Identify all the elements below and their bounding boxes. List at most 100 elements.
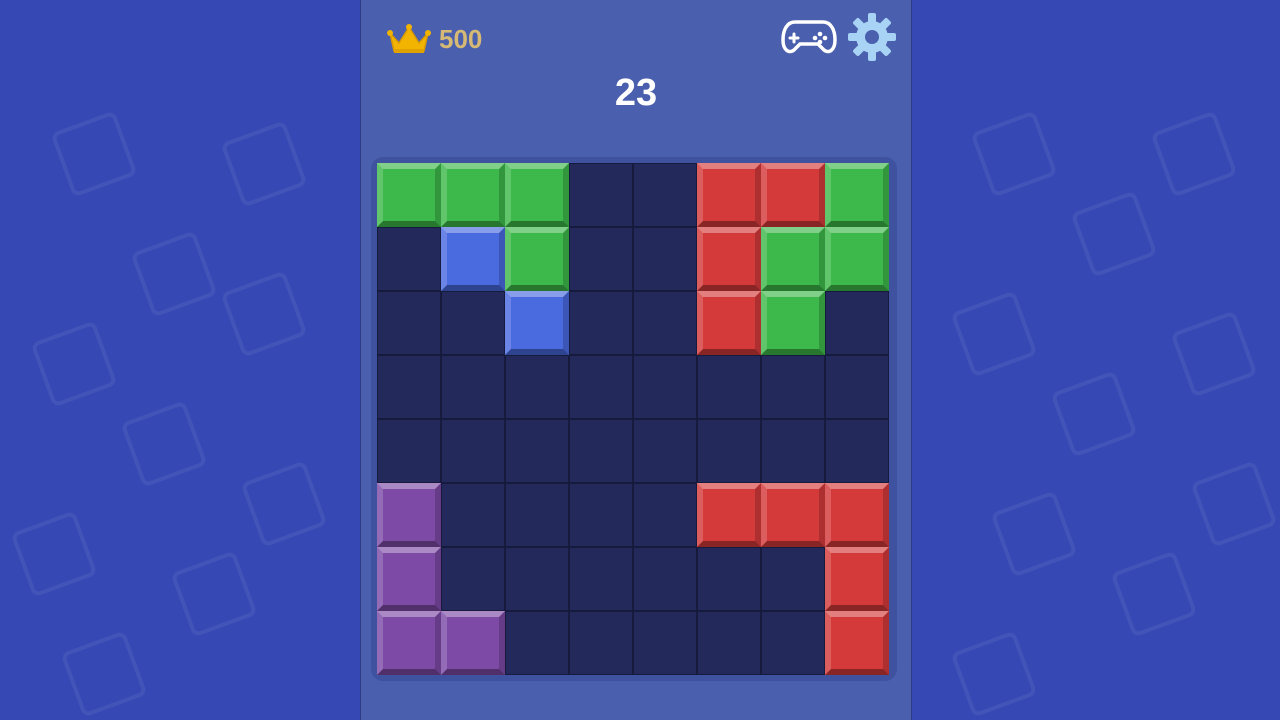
gear-icon[interactable] [847, 12, 897, 62]
empty-cell [377, 419, 441, 483]
empty-cell [505, 483, 569, 547]
empty-cell [569, 547, 633, 611]
background-tile [220, 120, 308, 208]
green-block-face [825, 227, 889, 291]
green-block-face [761, 227, 825, 291]
block-purple [377, 483, 441, 547]
block-blue [505, 291, 569, 355]
empty-cell [441, 355, 505, 419]
background-tile [1150, 110, 1238, 198]
empty-cell [441, 419, 505, 483]
background-tile [170, 550, 258, 638]
empty-cell [825, 419, 889, 483]
red-block-face [697, 163, 761, 227]
red-block-face [761, 483, 825, 547]
empty-cell [505, 611, 569, 675]
block-purple [441, 611, 505, 675]
blue-block-face [505, 291, 569, 355]
block-green [761, 291, 825, 355]
game-board [371, 157, 897, 681]
block-red [697, 163, 761, 227]
empty-cell [633, 483, 697, 547]
green-block-face [505, 163, 569, 227]
empty-cell [633, 355, 697, 419]
background-tile [1070, 190, 1158, 278]
game-panel: 500 23 [361, 0, 911, 720]
background-tile [1050, 370, 1138, 458]
background-tile [970, 110, 1058, 198]
empty-cell [569, 355, 633, 419]
empty-cell [505, 547, 569, 611]
current-score: 23 [614, 72, 658, 114]
background-tile [30, 320, 118, 408]
background-tile [50, 110, 138, 198]
green-block-face [505, 227, 569, 291]
blue-block-face [441, 227, 505, 291]
empty-cell [697, 355, 761, 419]
empty-cell [761, 355, 825, 419]
red-block-face [825, 547, 889, 611]
purple-block-face [441, 611, 505, 675]
background-tile [220, 270, 308, 358]
empty-cell [569, 419, 633, 483]
gamepad-icon[interactable] [781, 14, 837, 58]
block-red [697, 483, 761, 547]
red-block-face [761, 163, 825, 227]
empty-cell [441, 547, 505, 611]
block-red [761, 163, 825, 227]
block-green [505, 227, 569, 291]
empty-cell [633, 611, 697, 675]
background-tile [950, 290, 1038, 378]
purple-block-face [377, 611, 441, 675]
empty-cell [441, 291, 505, 355]
empty-cell [377, 291, 441, 355]
background-tile [120, 400, 208, 488]
green-block-face [761, 291, 825, 355]
empty-cell [569, 291, 633, 355]
board-grid [377, 163, 889, 675]
block-red [697, 291, 761, 355]
background-tile [950, 630, 1038, 718]
block-red [825, 611, 889, 675]
empty-cell [761, 419, 825, 483]
block-purple [377, 547, 441, 611]
red-block-face [697, 227, 761, 291]
empty-cell [505, 355, 569, 419]
green-block-face [825, 163, 889, 227]
block-green [825, 163, 889, 227]
empty-cell [633, 291, 697, 355]
empty-cell [697, 547, 761, 611]
empty-cell [569, 611, 633, 675]
empty-cell [377, 355, 441, 419]
block-green [377, 163, 441, 227]
background-tile [10, 510, 98, 598]
empty-cell [569, 227, 633, 291]
empty-cell [633, 163, 697, 227]
block-red [761, 483, 825, 547]
background-tile [1190, 460, 1278, 548]
crown-icon [387, 24, 431, 53]
red-block-face [697, 483, 761, 547]
best-score-value: 500 [439, 23, 483, 54]
empty-cell [569, 483, 633, 547]
background-tile [130, 230, 218, 318]
red-block-face [825, 483, 889, 547]
block-purple [377, 611, 441, 675]
empty-cell [697, 611, 761, 675]
empty-cell [761, 611, 825, 675]
green-block-face [441, 163, 505, 227]
empty-cell [569, 163, 633, 227]
empty-cell [761, 547, 825, 611]
empty-cell [505, 419, 569, 483]
empty-cell [441, 483, 505, 547]
block-red [825, 483, 889, 547]
block-green [505, 163, 569, 227]
background-tile [1170, 310, 1258, 398]
background-tile [1110, 550, 1198, 638]
block-red [825, 547, 889, 611]
red-block-face [697, 291, 761, 355]
block-green [825, 227, 889, 291]
empty-cell [377, 227, 441, 291]
purple-block-face [377, 547, 441, 611]
empty-cell [633, 227, 697, 291]
